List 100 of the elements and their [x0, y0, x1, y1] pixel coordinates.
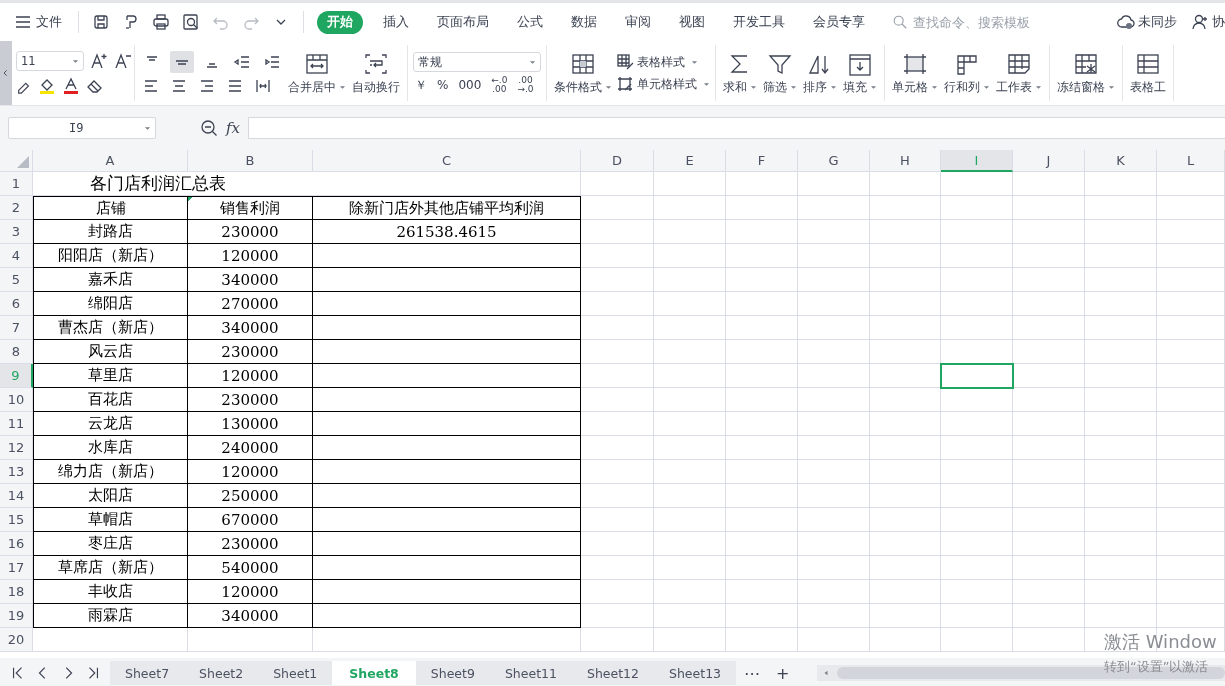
ribbon-tab[interactable]: 页面布局 [429, 10, 497, 34]
collapse-handle[interactable] [0, 41, 12, 105]
table-cell: 草帽店 [33, 508, 188, 532]
ribbon-tab[interactable]: 数据 [563, 10, 605, 34]
ribbon-tab[interactable]: 视图 [671, 10, 713, 34]
align-right-icon[interactable] [198, 77, 216, 95]
selected-cell[interactable] [941, 364, 1013, 388]
row-header[interactable]: 12 [0, 436, 33, 460]
sheet-tab[interactable]: Sheet13 [654, 661, 737, 685]
align-left-icon[interactable] [142, 77, 160, 95]
caret-icon [830, 84, 837, 90]
distributed-icon[interactable] [254, 77, 272, 95]
sync-button[interactable]: 未同步 [1117, 13, 1177, 31]
row-header[interactable]: 10 [0, 388, 33, 412]
decrease-font-icon[interactable] [114, 52, 132, 70]
activation-notice: 激活 Window [1104, 630, 1217, 654]
name-box[interactable]: I9 [8, 117, 156, 139]
number-format-select[interactable]: 常规 [413, 52, 541, 72]
table-cell: 丰收店 [33, 580, 188, 604]
zoom-out-icon[interactable] [200, 119, 218, 137]
row-header[interactable]: 17 [0, 556, 33, 580]
row-header[interactable]: 7 [0, 316, 33, 340]
save-icon[interactable] [92, 13, 110, 31]
row-header[interactable]: 14 [0, 484, 33, 508]
ribbon-tab[interactable]: 会员专享 [805, 10, 873, 34]
number-format-button[interactable]: ←.0 .00 [489, 76, 510, 94]
column-header[interactable]: E [654, 150, 726, 172]
row-header[interactable]: 6 [0, 292, 33, 316]
column-header[interactable]: G [798, 150, 870, 172]
ribbon-button[interactable]: 单元格样式 [616, 75, 710, 93]
row-header[interactable]: 19 [0, 604, 33, 628]
row-header[interactable]: 18 [0, 580, 33, 604]
ribbon-tab[interactable]: 公式 [509, 10, 551, 34]
row-header[interactable]: 15 [0, 508, 33, 532]
function-label[interactable]: fx [226, 119, 240, 137]
row-header[interactable]: 20 [0, 628, 33, 652]
ribbon-button[interactable]: 冻结窗格 [1055, 51, 1117, 95]
row-header[interactable]: 16 [0, 532, 33, 556]
ribbon-tab[interactable]: 插入 [375, 10, 417, 34]
ribbon-button[interactable]: 自动换行 [350, 51, 402, 95]
table-cell: 绵力店（新店） [33, 460, 188, 484]
align-middle-icon[interactable] [170, 51, 194, 73]
ribbon-button[interactable]: 表格样式 [616, 53, 710, 71]
ribbon-button[interactable]: 填充 [841, 51, 879, 95]
table-cell: 销售利润 [188, 196, 313, 220]
sheet-tab[interactable]: Sheet12 [571, 661, 654, 685]
column-header[interactable]: K [1085, 150, 1157, 172]
formula-input[interactable] [248, 117, 1225, 139]
number-format-button[interactable]: 000 [456, 79, 484, 91]
ribbon-button[interactable]: 行和列 [942, 51, 992, 95]
ribbon-button[interactable]: 合并居中 [286, 51, 348, 95]
number-format-button[interactable]: % [435, 79, 451, 91]
increase-font-icon[interactable] [90, 52, 108, 70]
scroll-left-icon[interactable] [823, 669, 830, 677]
add-sheet-button[interactable]: + [768, 661, 798, 685]
column-header[interactable]: C [313, 150, 581, 172]
number-format-button[interactable]: ￥ [413, 79, 429, 91]
ribbon-button[interactable]: 单元格 [890, 51, 940, 95]
ribbon-button[interactable]: 条件格式 [552, 51, 614, 95]
ribbon-button[interactable]: 工作表 [994, 51, 1044, 95]
collaborate-button[interactable]: 协 [1191, 13, 1225, 31]
column-header[interactable]: J [1013, 150, 1085, 172]
sheet-tab[interactable]: Sheet2 [184, 661, 259, 685]
ribbon-button[interactable]: 排序 [801, 51, 839, 95]
column-header[interactable]: D [581, 150, 654, 172]
sheet-tab[interactable]: Sheet11 [489, 661, 572, 685]
sheet-tab[interactable]: Sheet7 [110, 661, 185, 685]
row-header[interactable]: 8 [0, 340, 33, 364]
sheet-tab[interactable]: Sheet9 [415, 661, 490, 685]
row-header[interactable]: 5 [0, 268, 33, 292]
ribbon-button[interactable]: 求和 [721, 51, 759, 95]
font-color-icon[interactable] [62, 77, 80, 95]
more-sheets-button[interactable]: ⋯ [736, 661, 769, 685]
justify-icon[interactable] [226, 77, 244, 95]
column-header[interactable]: L [1157, 150, 1225, 172]
wrap-text-icon [363, 51, 389, 76]
caret-icon [144, 125, 151, 131]
row-header[interactable]: 13 [0, 460, 33, 484]
sheet-tab[interactable]: Sheet1 [258, 661, 333, 685]
fill-color-icon[interactable] [38, 77, 56, 95]
align-center-icon[interactable] [170, 77, 188, 95]
row-header[interactable]: 1 [0, 172, 33, 196]
table-cell: 230000 [188, 388, 313, 412]
print-icon[interactable] [152, 13, 170, 31]
table-cell: 草里店 [33, 364, 188, 388]
ribbon-button[interactable]: 表格工 [1128, 51, 1168, 95]
ribbon-tab[interactable]: 审阅 [617, 10, 659, 34]
print-preview-icon[interactable] [182, 13, 200, 31]
row-header[interactable]: 11 [0, 412, 33, 436]
table-cell: 540000 [188, 556, 313, 580]
file-menu[interactable]: 文件 [14, 13, 68, 31]
table-cell: 店铺 [33, 196, 188, 220]
font-size-select[interactable]: 11 [16, 51, 84, 71]
row-header[interactable]: 3 [0, 220, 33, 244]
number-format-button[interactable]: .00 →.0 [515, 76, 536, 94]
column-header[interactable]: F [726, 150, 798, 172]
ribbon-button[interactable]: 筛选 [761, 51, 799, 95]
ribbon-tab[interactable]: 开发工具 [725, 10, 793, 34]
row-header[interactable]: 2 [0, 196, 33, 220]
row-header[interactable]: 4 [0, 244, 33, 268]
